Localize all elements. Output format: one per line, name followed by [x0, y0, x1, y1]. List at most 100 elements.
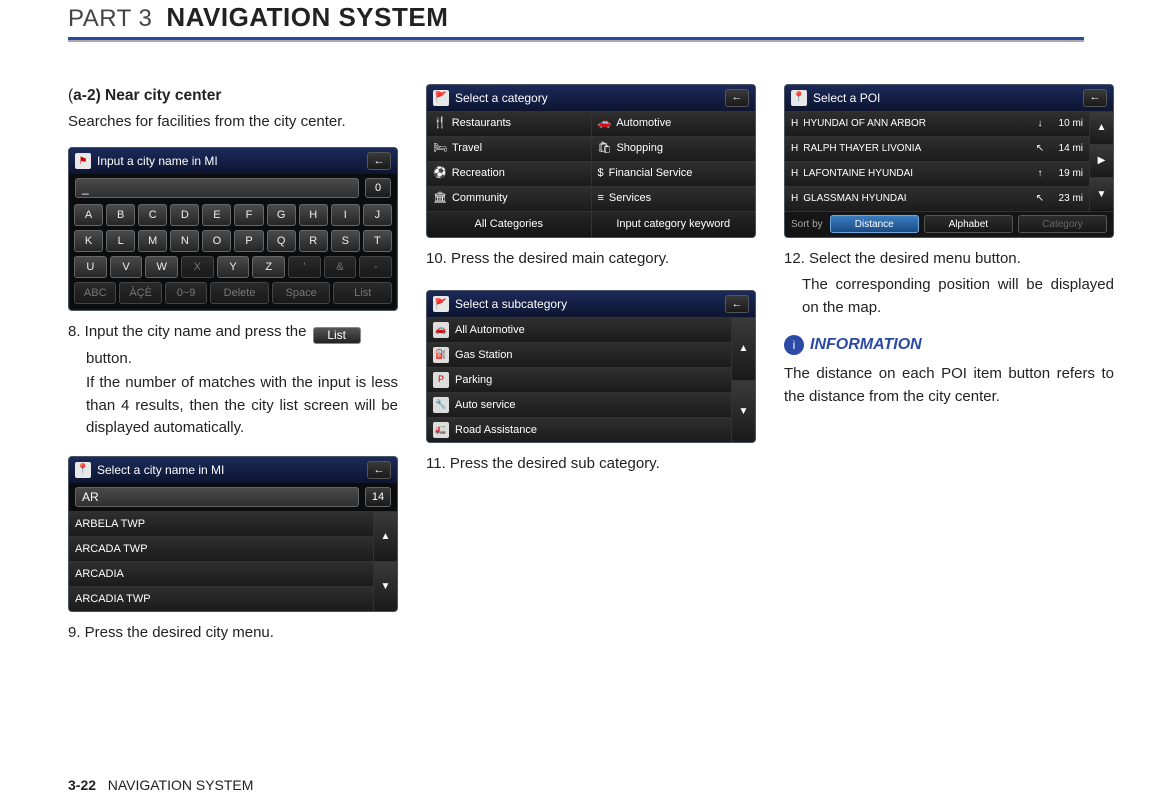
page-number: 3-22 — [68, 777, 96, 793]
hyundai-icon: H — [791, 166, 798, 181]
step-11: 11. Press the desired sub category. — [426, 453, 756, 476]
key[interactable]: P — [234, 230, 263, 252]
category-cell[interactable]: 🛍Shopping — [592, 137, 756, 161]
key[interactable]: J — [363, 204, 392, 226]
poi-item[interactable]: H LAFONTAINE HYUNDAI ↑ 19 mi — [785, 161, 1089, 186]
key[interactable]: Y — [217, 256, 250, 278]
list-item[interactable]: ARCADIA TWP — [69, 586, 373, 611]
direction-icon: ↑ — [1034, 166, 1046, 181]
page-footer: 3-22 NAVIGATION SYSTEM — [68, 777, 253, 793]
key-mode-accent[interactable]: ÀÇÈ — [119, 282, 161, 304]
back-button[interactable]: ← — [367, 461, 391, 479]
key[interactable]: S — [331, 230, 360, 252]
back-button[interactable]: ← — [725, 295, 749, 313]
poi-distance: 23 mi — [1051, 191, 1083, 206]
key-disabled: X — [181, 256, 214, 278]
poi-item[interactable]: H HYUNDAI OF ANN ARBOR ↓ 10 mi — [785, 111, 1089, 136]
page-header: PART 3 NAVIGATION SYSTEM — [68, 0, 1084, 33]
key[interactable]: W — [145, 256, 178, 278]
key[interactable]: T — [363, 230, 392, 252]
city-input[interactable]: AR — [75, 487, 359, 507]
city-input[interactable]: _ — [75, 178, 359, 198]
category-bottom-row: All Categories Input category keyword — [427, 211, 755, 237]
input-keyword-button[interactable]: Input category keyword — [592, 212, 756, 237]
category-cell[interactable]: 🚗Automotive — [592, 112, 756, 136]
step-8-text-a: 8. Input the city name and press the — [68, 323, 311, 340]
scroll-up-icon[interactable]: ▲ — [1090, 111, 1113, 144]
key-list[interactable]: List — [333, 282, 392, 304]
category-cell[interactable]: ≡Services — [592, 187, 756, 211]
key[interactable]: H — [299, 204, 328, 226]
step-8-text-b: button. — [86, 350, 132, 367]
back-button[interactable]: ← — [725, 89, 749, 107]
category-cell[interactable]: 🛏Travel — [427, 137, 592, 161]
key[interactable]: G — [267, 204, 296, 226]
screenshot-input-city: ⚑ Input a city name in MI ← _ 0 A B C D … — [68, 147, 398, 311]
keyboard-row-1: A B C D E F G H I J — [69, 202, 397, 228]
services-icon: ≡ — [598, 190, 604, 207]
screenshot-select-subcategory: 🚩 Select a subcategory ← 🚗All Automotive… — [426, 290, 756, 443]
flag-icon: 🚩 — [433, 90, 449, 106]
list-item[interactable]: 🚛Road Assistance — [427, 417, 731, 442]
key-delete[interactable]: Delete — [210, 282, 269, 304]
scroll-down-icon[interactable]: ▼ — [1090, 177, 1113, 210]
key[interactable]: U — [74, 256, 107, 278]
poi-name: RALPH THAYER LIVONIA — [803, 141, 1029, 156]
key[interactable]: K — [74, 230, 103, 252]
category-cell[interactable]: ⚽Recreation — [427, 162, 592, 186]
list-item[interactable]: PParking — [427, 367, 731, 392]
poi-distance: 19 mi — [1051, 166, 1083, 181]
key[interactable]: A — [74, 204, 103, 226]
column-1: (a-2) Near city center Searches for faci… — [68, 84, 398, 645]
scroll-right-icon[interactable]: ▶ — [1090, 144, 1113, 177]
key[interactable]: I — [331, 204, 360, 226]
part-label: PART 3 — [68, 5, 152, 33]
sort-category-button[interactable]: Category — [1018, 215, 1107, 233]
key[interactable]: L — [106, 230, 135, 252]
sort-distance-button[interactable]: Distance — [830, 215, 919, 233]
key[interactable]: N — [170, 230, 199, 252]
key-mode-numeric[interactable]: 0~9 — [165, 282, 207, 304]
key[interactable]: B — [106, 204, 135, 226]
key[interactable]: C — [138, 204, 167, 226]
poi-item[interactable]: H GLASSMAN HYUNDAI ↖ 23 mi — [785, 186, 1089, 211]
category-cell[interactable]: 🍴Restaurants — [427, 112, 592, 136]
list-item[interactable]: 🚗All Automotive — [427, 317, 731, 342]
scroll-up-icon[interactable]: ▲ — [732, 317, 755, 380]
step-8: 8. Input the city name and press the Lis… — [68, 321, 398, 440]
key[interactable]: Q — [267, 230, 296, 252]
list-item[interactable]: ARCADIA — [69, 561, 373, 586]
car-icon: 🚗 — [598, 115, 612, 132]
subcategory-list: 🚗All Automotive ⛽Gas Station PParking 🔧A… — [427, 317, 755, 442]
list-item[interactable]: ARBELA TWP — [69, 511, 373, 536]
key-space[interactable]: Space — [272, 282, 331, 304]
flag-icon: 🚩 — [433, 296, 449, 312]
all-categories-button[interactable]: All Categories — [427, 212, 592, 237]
category-cell[interactable]: 🏛Community — [427, 187, 592, 211]
flag-icon: ⚑ — [75, 153, 91, 169]
scroll-down-icon[interactable]: ▼ — [732, 380, 755, 443]
scroll-down-icon[interactable]: ▼ — [374, 561, 397, 611]
key-mode-abc[interactable]: ABC — [74, 282, 116, 304]
list-item[interactable]: ⛽Gas Station — [427, 342, 731, 367]
key[interactable]: O — [202, 230, 231, 252]
key[interactable]: M — [138, 230, 167, 252]
back-button[interactable]: ← — [1083, 89, 1107, 107]
poi-distance: 10 mi — [1051, 116, 1083, 131]
key[interactable]: Z — [252, 256, 285, 278]
recreation-icon: ⚽ — [433, 165, 447, 182]
keyboard-row-2: K L M N O P Q R S T — [69, 228, 397, 254]
key[interactable]: D — [170, 204, 199, 226]
scroll-up-icon[interactable]: ▲ — [374, 511, 397, 561]
sort-alphabet-button[interactable]: Alphabet — [924, 215, 1013, 233]
category-cell[interactable]: $Financial Service — [592, 162, 756, 186]
key[interactable]: F — [234, 204, 263, 226]
screen-title: Select a subcategory — [455, 295, 567, 313]
key[interactable]: R — [299, 230, 328, 252]
back-button[interactable]: ← — [367, 152, 391, 170]
key[interactable]: V — [110, 256, 143, 278]
poi-item[interactable]: H RALPH THAYER LIVONIA ↖ 14 mi — [785, 136, 1089, 161]
key[interactable]: E — [202, 204, 231, 226]
list-item[interactable]: 🔧Auto service — [427, 392, 731, 417]
list-item[interactable]: ARCADA TWP — [69, 536, 373, 561]
